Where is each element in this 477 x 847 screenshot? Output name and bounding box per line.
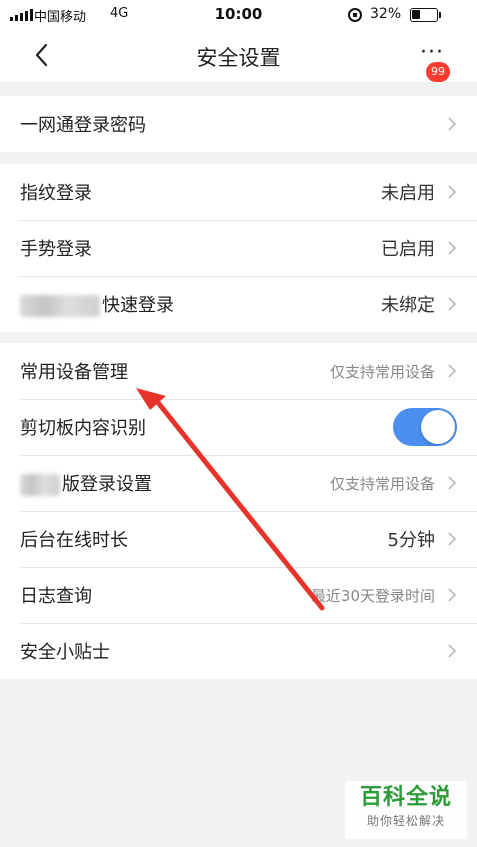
chevron-right-icon xyxy=(448,117,457,131)
nav-bar: 安全设置 ··· 99 xyxy=(0,30,477,82)
clipboard-row: 剪切板内容识别 xyxy=(0,399,477,455)
chevron-right-icon xyxy=(448,476,457,490)
common-device-label: 常用设备管理 xyxy=(20,362,128,383)
clipboard-label: 剪切板内容识别 xyxy=(20,418,146,439)
clipboard-toggle[interactable] xyxy=(393,408,457,446)
pad-login-label-wrap: 版登录设置 xyxy=(20,470,330,496)
security-tips-row[interactable]: 安全小贴士 xyxy=(0,623,477,679)
quick-login-status: 未绑定 xyxy=(381,295,435,316)
online-time-value: 5分钟 xyxy=(387,530,435,551)
security-tips-label: 安全小贴士 xyxy=(20,642,110,663)
quick-login-label: 快速登录 xyxy=(102,295,174,316)
fingerprint-login-row[interactable]: 指纹登录 未启用 xyxy=(0,164,477,220)
rotation-lock-icon xyxy=(348,8,362,22)
battery-icon xyxy=(410,8,441,22)
common-device-value: 仅支持常用设备 xyxy=(329,362,435,381)
log-query-label: 日志查询 xyxy=(20,586,92,607)
quick-login-row[interactable]: 快速登录 未绑定 xyxy=(0,276,477,332)
watermark-title: 百科全说 xyxy=(359,785,452,810)
quick-login-label-wrap: 快速登录 xyxy=(20,291,381,317)
online-time-row[interactable]: 后台在线时长 5分钟 xyxy=(0,511,477,567)
battery-percent: 32% xyxy=(370,6,402,22)
log-query-row[interactable]: 日志查询 最近30天登录时间 xyxy=(0,567,477,623)
chevron-right-icon xyxy=(448,588,457,602)
pad-login-label: 版登录设置 xyxy=(62,474,152,495)
blurred-text xyxy=(20,474,60,496)
gesture-login-status: 已启用 xyxy=(381,239,435,260)
gesture-login-label: 手势登录 xyxy=(20,239,92,260)
account-group: 一网通登录密码 xyxy=(0,96,477,152)
gesture-login-row[interactable]: 手势登录 已启用 xyxy=(0,220,477,276)
watermark-subtitle: 助你轻松解决 xyxy=(366,814,445,828)
toggle-knob xyxy=(421,410,455,444)
password-row[interactable]: 一网通登录密码 xyxy=(0,96,477,152)
notification-badge: 99 xyxy=(426,62,450,82)
online-time-label: 后台在线时长 xyxy=(20,530,128,551)
device-group: 常用设备管理 仅支持常用设备 剪切板内容识别 版登录设置 仅支持常用设备 后台在… xyxy=(0,343,477,679)
pad-login-value: 仅支持常用设备 xyxy=(329,474,435,493)
password-label: 一网通登录密码 xyxy=(20,115,146,136)
chevron-right-icon xyxy=(448,297,457,311)
chevron-right-icon xyxy=(448,644,457,658)
pad-login-row[interactable]: 版登录设置 仅支持常用设备 xyxy=(0,455,477,511)
chevron-right-icon xyxy=(448,185,457,199)
chevron-right-icon xyxy=(448,364,457,378)
blurred-text xyxy=(20,295,100,317)
log-query-value: 最近30天登录时间 xyxy=(310,586,435,605)
watermark-logo: 百科全说 助你轻松解决 xyxy=(345,781,467,839)
chevron-right-icon xyxy=(448,241,457,255)
status-bar: 中国移动 4G 10:00 32% xyxy=(0,0,477,30)
fingerprint-login-label: 指纹登录 xyxy=(20,183,92,204)
login-group: 指纹登录 未启用 手势登录 已启用 快速登录 未绑定 xyxy=(0,164,477,332)
fingerprint-login-status: 未启用 xyxy=(381,183,435,204)
common-device-row[interactable]: 常用设备管理 仅支持常用设备 xyxy=(0,343,477,399)
status-time: 10:00 xyxy=(214,5,263,23)
page-title: 安全设置 xyxy=(196,46,281,70)
chevron-right-icon xyxy=(448,532,457,546)
